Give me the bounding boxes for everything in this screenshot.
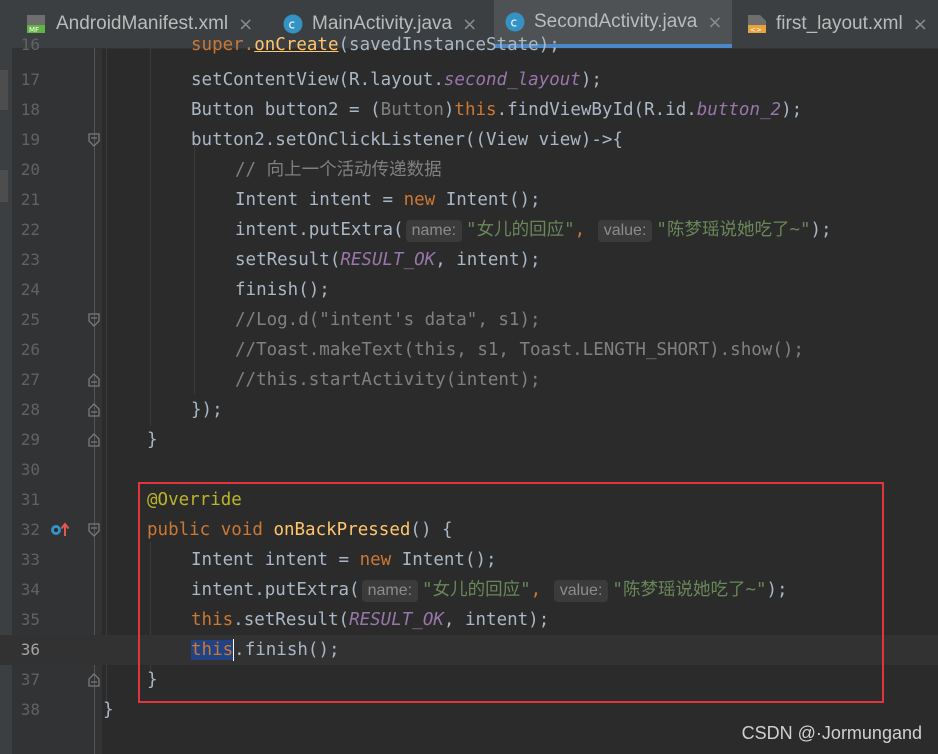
code-line: 28 });: [0, 395, 938, 425]
code-line: 29 }: [0, 425, 938, 455]
code-text: super.onCreate(savedInstanceState);: [191, 35, 560, 55]
code-comment: //Toast.makeText(this, s1, Toast.LENGTH_…: [235, 340, 804, 360]
line-number: 26: [20, 340, 40, 359]
line-number: 21: [20, 190, 40, 209]
highlight-annotation-box: [138, 482, 884, 703]
code-line: 20 // 向上一个活动传递数据: [0, 155, 938, 185]
line-number: 30: [20, 460, 40, 479]
fold-end-icon[interactable]: [88, 403, 100, 417]
fold-icon[interactable]: [88, 133, 100, 147]
line-number: 31: [20, 490, 40, 509]
svg-text:c: c: [511, 16, 518, 30]
code-line: 21 Intent intent = new Intent();: [0, 185, 938, 215]
code-text: Button button2 = (Button)this.findViewBy…: [191, 100, 803, 120]
line-number: 29: [20, 430, 40, 449]
code-line: 26 //Toast.makeText(this, s1, Toast.LENG…: [0, 335, 938, 365]
code-line: 19 button2.setOnClickListener((View view…: [0, 125, 938, 155]
watermark: CSDN @·Jormungand: [741, 723, 922, 743]
code-line: 25 //Log.d("intent's data", s1);: [0, 305, 938, 335]
line-number: 18: [20, 100, 40, 119]
close-icon[interactable]: ×: [707, 12, 722, 33]
fold-icon[interactable]: [88, 313, 100, 327]
code-line: 22 intent.putExtra(name: "女儿的回应", value: "…: [0, 215, 938, 245]
line-number: 22: [20, 220, 40, 239]
line-number: 16: [20, 35, 40, 54]
line-number: 17: [20, 70, 40, 89]
code-text: setContentView(R.layout.second_layout);: [191, 70, 602, 90]
line-number: 38: [20, 700, 40, 719]
code-line: 24 finish();: [0, 275, 938, 305]
tab-label: first_layout.xml: [776, 13, 903, 34]
code-line: 17 setContentView(R.layout.second_layout…: [0, 65, 938, 95]
line-number: 33: [20, 550, 40, 569]
svg-text:<>: <>: [750, 26, 762, 34]
line-number: 36: [20, 640, 40, 659]
code-text: intent.putExtra(name: "女儿的回应", value: "陈梦瑶…: [235, 220, 832, 242]
line-number: 28: [20, 400, 40, 419]
overrides-method-icon[interactable]: [50, 522, 70, 538]
code-line: 27 //this.startActivity(intent);: [0, 365, 938, 395]
code-text: }: [147, 430, 158, 450]
code-line: 16 super.onCreate(savedInstanceState);: [0, 35, 938, 60]
code-comment: // 向上一个活动传递数据: [235, 160, 442, 180]
code-line: 18 Button button2 = (Button)this.findVie…: [0, 95, 938, 125]
fold-end-icon[interactable]: [88, 373, 100, 387]
line-number: 32: [20, 520, 40, 539]
code-line: 30: [0, 455, 938, 485]
fold-icon[interactable]: [88, 523, 100, 537]
code-text: Intent intent = new Intent();: [235, 190, 541, 210]
fold-end-icon[interactable]: [88, 673, 100, 687]
code-text: finish();: [235, 280, 330, 300]
fold-end-icon[interactable]: [88, 433, 100, 447]
line-number: 24: [20, 280, 40, 299]
close-icon[interactable]: ×: [913, 14, 928, 35]
code-comment: //this.startActivity(intent);: [235, 370, 541, 390]
line-number: 35: [20, 610, 40, 629]
code-line: 23 setResult(RESULT_OK, intent);: [0, 245, 938, 275]
line-number: 20: [20, 160, 40, 179]
parameter-hint: name:: [405, 220, 463, 242]
line-number: 37: [20, 670, 40, 689]
line-number: 19: [20, 130, 40, 149]
line-number: 23: [20, 250, 40, 269]
code-text: setResult(RESULT_OK, intent);: [235, 250, 541, 270]
line-number: 27: [20, 370, 40, 389]
code-text: });: [191, 400, 223, 420]
line-number: 34: [20, 580, 40, 599]
line-number: 25: [20, 310, 40, 329]
code-comment: //Log.d("intent's data", s1);: [235, 310, 541, 330]
parameter-hint: value:: [597, 220, 653, 242]
code-text: button2.setOnClickListener((View view)->…: [191, 130, 623, 150]
xml-layout-file-icon: <>: [748, 15, 766, 34]
code-text: }: [103, 700, 114, 720]
